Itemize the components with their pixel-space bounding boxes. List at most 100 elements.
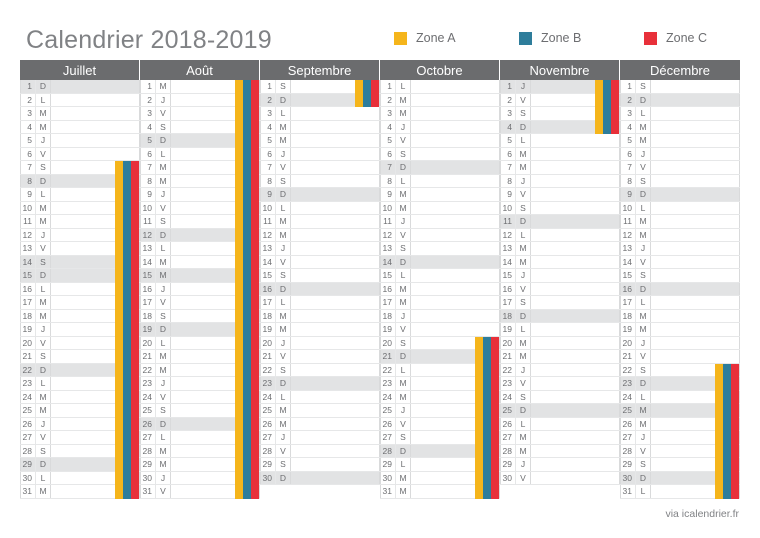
day-event-cell[interactable] (51, 431, 140, 444)
day-event-cell[interactable] (651, 188, 740, 201)
day-row[interactable]: 24 L (260, 390, 380, 404)
day-row[interactable]: 20 L (140, 336, 260, 350)
day-row[interactable]: 25 D (500, 404, 620, 418)
day-row[interactable]: 12 D (140, 228, 260, 242)
day-row[interactable]: 17 L (620, 296, 740, 310)
day-row[interactable]: 2D (260, 93, 380, 107)
day-event-cell[interactable] (51, 363, 140, 376)
day-event-cell[interactable] (531, 404, 620, 417)
day-event-cell[interactable] (51, 201, 140, 214)
day-row[interactable]: 3V (140, 107, 260, 121)
day-row[interactable]: 13 S (380, 242, 500, 256)
day-event-cell[interactable] (411, 147, 500, 160)
day-row[interactable]: 17 V (140, 296, 260, 310)
day-event-cell[interactable] (51, 390, 140, 403)
day-event-cell[interactable] (651, 282, 740, 295)
day-event-cell[interactable] (51, 296, 140, 309)
day-row[interactable]: 7M (500, 161, 620, 175)
day-event-cell[interactable] (651, 174, 740, 187)
day-row[interactable]: 5V (380, 134, 500, 148)
day-event-cell[interactable] (411, 282, 500, 295)
day-row[interactable]: 15 S (260, 269, 380, 283)
day-event-cell[interactable] (291, 228, 380, 241)
day-event-cell[interactable] (171, 444, 260, 457)
day-row[interactable]: 25 S (140, 404, 260, 418)
day-event-cell[interactable] (651, 242, 740, 255)
day-row[interactable]: 8M (140, 174, 260, 188)
day-event-cell[interactable] (51, 93, 140, 106)
day-row[interactable]: 31 V (140, 485, 260, 499)
day-event-cell[interactable] (531, 296, 620, 309)
day-row[interactable]: 21 D (380, 350, 500, 364)
day-event-cell[interactable] (51, 444, 140, 457)
day-row[interactable]: 11 J (380, 215, 500, 229)
day-event-cell[interactable] (531, 363, 620, 376)
day-row[interactable]: 5M (620, 134, 740, 148)
day-row[interactable]: 4M (260, 120, 380, 134)
day-event-cell[interactable] (411, 350, 500, 363)
day-row[interactable]: 24 M (380, 390, 500, 404)
day-row[interactable]: 1J (500, 80, 620, 94)
day-event-cell[interactable] (171, 93, 260, 106)
day-row[interactable]: 8L (380, 174, 500, 188)
day-event-cell[interactable] (411, 296, 500, 309)
day-row[interactable]: 14 S (20, 255, 140, 269)
day-row[interactable]: 24 V (140, 390, 260, 404)
day-event-cell[interactable] (171, 485, 260, 498)
day-event-cell[interactable] (651, 390, 740, 403)
day-row[interactable]: 30 L (20, 471, 140, 485)
day-row[interactable]: 22 J (500, 363, 620, 377)
day-event-cell[interactable] (51, 336, 140, 349)
day-event-cell[interactable] (531, 390, 620, 403)
day-row[interactable]: 22 M (140, 363, 260, 377)
day-row[interactable]: 23 D (620, 377, 740, 391)
day-row[interactable]: 13 L (140, 242, 260, 256)
day-row[interactable]: 29 J (500, 458, 620, 472)
day-row[interactable]: 6V (20, 147, 140, 161)
day-event-cell[interactable] (51, 269, 140, 282)
day-event-cell[interactable] (291, 485, 380, 498)
day-event-cell[interactable] (291, 201, 380, 214)
day-event-cell[interactable] (171, 134, 260, 147)
day-event-cell[interactable] (651, 296, 740, 309)
day-row[interactable]: 4M (620, 120, 740, 134)
day-event-cell[interactable] (411, 471, 500, 484)
day-event-cell[interactable] (291, 444, 380, 457)
day-row[interactable]: 15 S (620, 269, 740, 283)
day-row[interactable]: 15 M (140, 269, 260, 283)
day-row[interactable]: 17 S (500, 296, 620, 310)
day-row[interactable]: 11 D (500, 215, 620, 229)
day-event-cell[interactable] (291, 296, 380, 309)
day-event-cell[interactable] (171, 188, 260, 201)
day-row[interactable]: 13 M (500, 242, 620, 256)
day-event-cell[interactable] (531, 377, 620, 390)
day-event-cell[interactable] (51, 147, 140, 160)
day-event-cell[interactable] (171, 431, 260, 444)
day-row[interactable]: 10 S (500, 201, 620, 215)
day-event-cell[interactable] (51, 215, 140, 228)
day-row[interactable]: 19 J (20, 323, 140, 337)
day-event-cell[interactable] (171, 377, 260, 390)
day-row[interactable]: 27 V (20, 431, 140, 445)
day-event-cell[interactable] (171, 417, 260, 430)
day-event-cell[interactable] (291, 269, 380, 282)
day-event-cell[interactable] (411, 444, 500, 457)
day-event-cell[interactable] (291, 242, 380, 255)
day-event-cell[interactable] (411, 269, 500, 282)
day-event-cell[interactable] (651, 377, 740, 390)
day-row[interactable]: 18 J (380, 309, 500, 323)
day-row[interactable]: 18 M (20, 309, 140, 323)
day-event-cell[interactable] (171, 255, 260, 268)
day-row[interactable]: 7S (20, 161, 140, 175)
day-row[interactable]: 2L (20, 93, 140, 107)
day-row[interactable]: 28 V (260, 444, 380, 458)
day-event-cell[interactable] (531, 336, 620, 349)
day-event-cell[interactable] (411, 134, 500, 147)
day-row[interactable]: 16 D (260, 282, 380, 296)
day-row[interactable]: 13 V (20, 242, 140, 256)
day-event-cell[interactable] (411, 323, 500, 336)
day-event-cell[interactable] (171, 161, 260, 174)
day-event-cell[interactable] (291, 134, 380, 147)
day-row[interactable]: 18 D (500, 309, 620, 323)
day-event-cell[interactable] (531, 201, 620, 214)
